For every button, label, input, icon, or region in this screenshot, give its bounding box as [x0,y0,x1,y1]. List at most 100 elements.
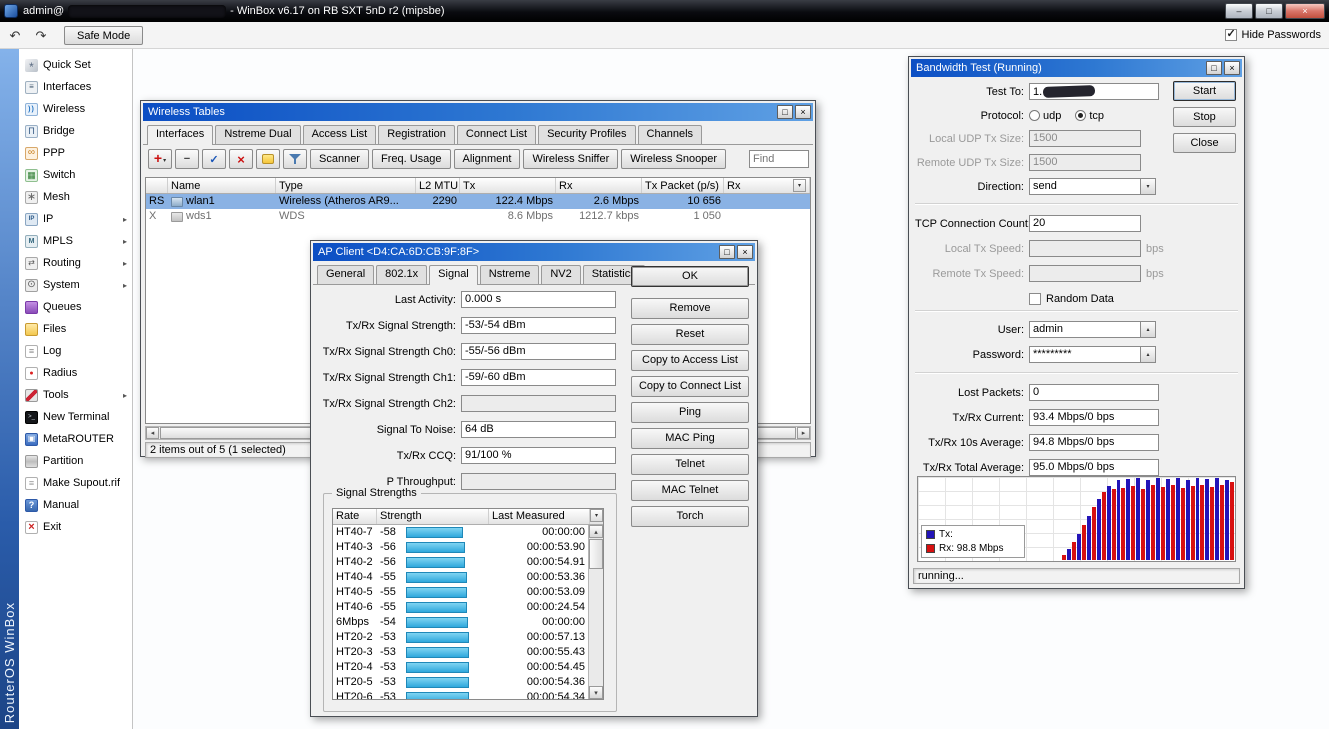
signal-row[interactable]: HT40-3-5600:00:53.90 [333,540,603,555]
sidebar-item-ppp[interactable]: PPP [19,142,132,164]
column-type[interactable]: Type [276,178,416,193]
column-dropdown-icon[interactable] [590,509,603,522]
signal-to-noise-input[interactable]: 64 dB [461,421,616,438]
sidebar-item-files[interactable]: Files [19,318,132,340]
bandwidth-test-titlebar[interactable]: Bandwidth Test (Running) □ × [911,59,1242,77]
safe-mode-button[interactable]: Safe Mode [64,26,143,45]
scrollbar-thumb[interactable] [589,539,603,569]
copy-to-connect-list-button[interactable]: Copy to Connect List [631,376,749,397]
redo-icon[interactable]: ↷ [30,25,52,45]
direction-select[interactable]: send [1029,178,1141,195]
tab-nv2[interactable]: NV2 [541,265,580,284]
tab-8021x[interactable]: 802.1x [376,265,427,284]
sidebar-item-switch[interactable]: Switch [19,164,132,186]
column-strength[interactable]: Strength [377,509,489,524]
ping-button[interactable]: Ping [631,402,749,423]
column-flag[interactable] [146,178,168,193]
signal-row[interactable]: HT20-2-5300:00:57.13 [333,630,603,645]
scroll-right-icon[interactable]: ▸ [797,427,810,439]
sidebar-item-tools[interactable]: Tools [19,384,132,406]
sidebar-item-radius[interactable]: Radius [19,362,132,384]
minimize-button[interactable]: – [1225,3,1253,19]
sidebar-item-partition[interactable]: Partition [19,450,132,472]
close-button[interactable]: × [795,105,811,119]
random-data-checkbox[interactable] [1029,293,1041,305]
table-row-wlan1[interactable]: RS wlan1 Wireless (Atheros AR9... 2290 1… [146,194,810,209]
tab-access-list[interactable]: Access List [303,125,377,144]
tab-nstreme[interactable]: Nstreme [480,265,540,284]
tab-general[interactable]: General [317,265,374,284]
signal-row[interactable]: HT20-3-5300:00:55.43 [333,645,603,660]
signal-row[interactable]: HT40-6-5500:00:24.54 [333,600,603,615]
column-rx-packet[interactable]: Rx [724,178,810,193]
remove-button[interactable] [175,149,199,169]
maximize-button[interactable]: □ [719,245,735,259]
wireless-tables-titlebar[interactable]: Wireless Tables □ × [143,103,813,121]
tab-nstreme-dual[interactable]: Nstreme Dual [215,125,300,144]
ap-client-titlebar[interactable]: AP Client <D4:CA:6D:CB:9F:8F> □ × [313,243,755,261]
signal-row[interactable]: HT40-7-5800:00:00 [333,525,603,540]
remove-button[interactable]: Remove [631,298,749,319]
find-input[interactable] [749,150,809,168]
hide-passwords-checkbox[interactable] [1225,29,1237,41]
wireless-sniffer-button[interactable]: Wireless Sniffer [523,149,618,169]
tab-signal[interactable]: Signal [429,265,478,285]
sidebar-item-mpls[interactable]: MPLS [19,230,132,252]
close-button[interactable]: Close [1173,133,1236,153]
arrow-up-icon[interactable]: ▴ [1141,321,1156,338]
sidebar-item-system[interactable]: System [19,274,132,296]
torch-button[interactable]: Torch [631,506,749,527]
table-row-wds1[interactable]: X wds1 WDS 8.6 Mbps 1212.7 kbps 1 050 [146,209,810,224]
signal-row[interactable]: HT40-4-5500:00:53.36 [333,570,603,585]
tab-registration[interactable]: Registration [378,125,455,144]
scroll-up-icon[interactable]: ▴ [589,525,603,538]
user-input[interactable]: admin [1029,321,1141,338]
sidebar-item-quick-set[interactable]: Quick Set [19,54,132,76]
maximize-button[interactable]: □ [1255,3,1283,19]
column-last-measured[interactable]: Last Measured [489,509,590,524]
radio-tcp[interactable] [1075,110,1086,121]
wireless-snooper-button[interactable]: Wireless Snooper [621,149,726,169]
sidebar-item-manual[interactable]: Manual [19,494,132,516]
alignment-button[interactable]: Alignment [454,149,521,169]
sidebar-item-log[interactable]: Log [19,340,132,362]
signal-ch1-input[interactable]: -59/-60 dBm [461,369,616,386]
radio-udp[interactable] [1029,110,1040,121]
disable-button[interactable] [229,149,253,169]
signal-ch0-input[interactable]: -55/-56 dBm [461,343,616,360]
column-rx[interactable]: Rx [556,178,642,193]
sidebar-item-queues[interactable]: Queues [19,296,132,318]
ok-button[interactable]: OK [631,266,749,287]
last-activity-input[interactable]: 0.000 s [461,291,616,308]
close-button[interactable]: × [1285,3,1325,19]
signal-row[interactable]: HT20-5-5300:00:54.36 [333,675,603,690]
column-dropdown-icon[interactable] [793,179,806,192]
protocol-tcp-option[interactable]: tcp [1075,110,1104,122]
password-input[interactable]: ********* [1029,346,1141,363]
tcp-connection-count-input[interactable]: 20 [1029,215,1141,232]
close-button[interactable]: × [1224,61,1240,75]
sidebar-item-mesh[interactable]: Mesh [19,186,132,208]
signal-row[interactable]: HT40-2-5600:00:54.91 [333,555,603,570]
ccq-input[interactable]: 91/100 % [461,447,616,464]
signal-strength-input[interactable]: -53/-54 dBm [461,317,616,334]
signal-row[interactable]: 6Mbps-5400:00:00 [333,615,603,630]
stop-button[interactable]: Stop [1173,107,1236,127]
dropdown-icon[interactable]: ▾ [1141,178,1156,195]
telnet-button[interactable]: Telnet [631,454,749,475]
copy-to-access-list-button[interactable]: Copy to Access List [631,350,749,371]
mac-telnet-button[interactable]: MAC Telnet [631,480,749,501]
maximize-button[interactable]: □ [777,105,793,119]
sidebar-item-new-terminal[interactable]: New Terminal [19,406,132,428]
column-rate[interactable]: Rate [333,509,377,524]
maximize-button[interactable]: □ [1206,61,1222,75]
scanner-button[interactable]: Scanner [310,149,369,169]
sidebar-item-wireless[interactable]: Wireless [19,98,132,120]
sidebar-item-interfaces[interactable]: Interfaces [19,76,132,98]
sidebar-item-make-supout[interactable]: Make Supout.rif [19,472,132,494]
sidebar-item-metarouter[interactable]: MetaROUTER [19,428,132,450]
filter-button[interactable] [283,149,307,169]
mac-ping-button[interactable]: MAC Ping [631,428,749,449]
signal-row[interactable]: HT20-6-5300:00:54.34 [333,690,603,700]
freq-usage-button[interactable]: Freq. Usage [372,149,451,169]
